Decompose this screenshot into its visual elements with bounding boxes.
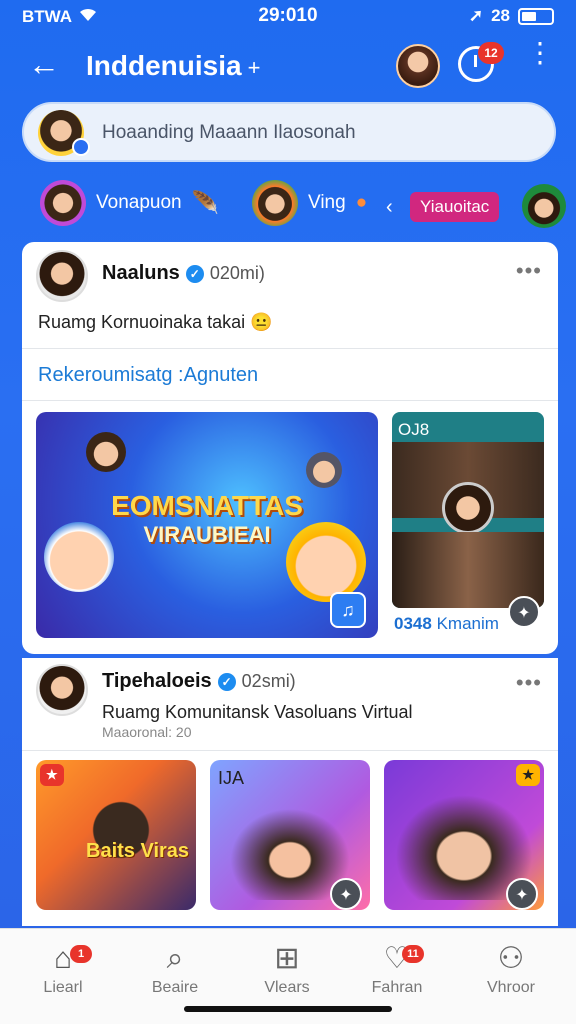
nav-search[interactable]: ⌕ Beaire <box>130 941 220 997</box>
emoji: 😐 <box>250 312 273 332</box>
recommendation-link[interactable]: Rekeroumisatg :Agnuten <box>38 364 258 387</box>
post-more-icon[interactable]: ••• <box>516 670 542 696</box>
chevron-left-icon[interactable]: ‹ <box>386 196 393 219</box>
media-badge-icon[interactable]: ♫ <box>330 592 366 628</box>
share-icon[interactable]: ✦ <box>330 878 362 910</box>
tile-title: Baits Viras <box>86 840 190 862</box>
author-name[interactable]: Tipehaloeis <box>102 670 212 692</box>
media-headline: EOMSNATTAS <box>111 490 303 521</box>
media-tile[interactable]: ★ Baits Viras <box>36 760 196 910</box>
search-icon: ⌕ <box>166 942 184 975</box>
nav-profile[interactable]: ⚇ Vhroor <box>466 941 556 997</box>
story-item[interactable]: Vonapuon 🪶 <box>40 180 219 226</box>
featured-portrait <box>442 482 494 534</box>
stories-row: Vonapuon 🪶 Ving ● ‹ Yiauoitac <box>0 180 576 240</box>
post-time: 020mi) <box>209 263 265 283</box>
post-text: Ruamg Komunitansk Vasoluans Virtual <box>102 702 413 722</box>
author-avatar[interactable] <box>36 250 88 302</box>
battery-icon <box>518 7 554 25</box>
page-title: Inddenuisia + <box>86 50 261 81</box>
nav-label: Vlears <box>264 979 310 996</box>
share-icon[interactable]: ✦ <box>508 596 540 628</box>
tile-label: IJA <box>218 768 245 788</box>
tile-sticker: ★ <box>40 764 64 786</box>
story-label: Ving <box>308 192 346 213</box>
notifications-icon: ♡ <box>383 942 411 975</box>
location-icon: ➚ <box>468 6 484 25</box>
story-item[interactable]: Ving ● <box>252 180 367 226</box>
author-name[interactable]: Naaluns <box>102 262 180 284</box>
notification-badge: 12 <box>478 42 504 64</box>
nav-label: Beaire <box>151 979 199 996</box>
nav-badge: 11 <box>402 945 424 963</box>
divider <box>22 400 558 401</box>
post-time: 02smi) <box>241 671 296 691</box>
search-input[interactable]: Hoaanding Maaann Ilaosonah <box>102 122 356 144</box>
home-indicator[interactable] <box>184 1006 392 1012</box>
author-avatar[interactable] <box>36 664 88 716</box>
story-label: Vonapuon <box>96 192 182 213</box>
post-card: Naaluns ✓ 020mi) ••• Ruamg Kornuoinaka tak… <box>22 242 558 654</box>
more-options-icon[interactable]: ⋮ <box>526 39 554 67</box>
app-bar: ← Inddenuisia + 12 ⋮ <box>0 38 576 92</box>
media-subheadline: VIRAUBIEAI <box>143 522 271 547</box>
post-more-icon[interactable]: ••• <box>516 258 542 284</box>
status-bar: BTWA 29:010 ➚ 28 <box>0 0 576 32</box>
signal-text: 28 <box>491 6 510 25</box>
feather-icon: 🪶 <box>191 190 219 215</box>
post-subtext: Maaoronal: 20 <box>102 724 192 740</box>
divider <box>22 750 558 751</box>
nav-label: Vhroor <box>486 979 536 996</box>
character-image <box>306 452 342 488</box>
verified-icon: ✓ <box>217 672 236 691</box>
story-avatar <box>252 180 298 226</box>
post-media-main[interactable]: EOMSNATTAS VIRAUBIEAI ♫ <box>36 412 378 638</box>
nav-label: Liearl <box>43 979 83 996</box>
nav-create[interactable]: ⊞ Vlears <box>242 941 332 997</box>
side-top-label: OJ8 <box>398 420 430 439</box>
profile-icon: ⚇ <box>497 942 525 975</box>
tile-sticker: ★ <box>516 764 540 786</box>
verified-icon: ✓ <box>185 264 204 283</box>
post-card: Tipehaloeis ✓ 02smi) ••• Ruamg Komunitansk… <box>22 658 558 926</box>
character-image <box>86 432 126 472</box>
story-avatar[interactable] <box>522 184 566 228</box>
nav-label: Fahran <box>371 979 423 996</box>
media-tile[interactable]: IJA ✦ <box>210 760 370 910</box>
share-icon[interactable]: ✦ <box>506 878 538 910</box>
profile-avatar[interactable] <box>396 44 440 88</box>
nav-badge: 1 <box>70 945 92 963</box>
back-arrow-icon[interactable]: ← <box>28 46 60 82</box>
nav-home[interactable]: ⌂ Liearl 1 <box>18 941 108 997</box>
add-post-icon: ⊞ <box>274 942 300 975</box>
media-tile[interactable]: ★ ✦ <box>384 760 544 910</box>
post-text: Ruamg Kornuoinaka takai <box>38 312 246 332</box>
nav-notifications[interactable]: ♡ Fahran 11 <box>352 941 442 997</box>
online-dot-icon <box>72 138 90 156</box>
side-caption: 0348 Kmanim <box>394 614 499 633</box>
sticker-icon: ● <box>355 192 368 213</box>
story-badge[interactable]: Yiauoitac <box>410 192 500 222</box>
story-avatar <box>40 180 86 226</box>
search-bar[interactable]: Hoaanding Maaann Ilaosonah <box>22 102 556 162</box>
home-icon: ⌂ <box>53 942 73 975</box>
post-media-side[interactable]: OJ8 <box>392 412 544 608</box>
divider <box>22 348 558 349</box>
title-plus: + <box>247 55 261 80</box>
